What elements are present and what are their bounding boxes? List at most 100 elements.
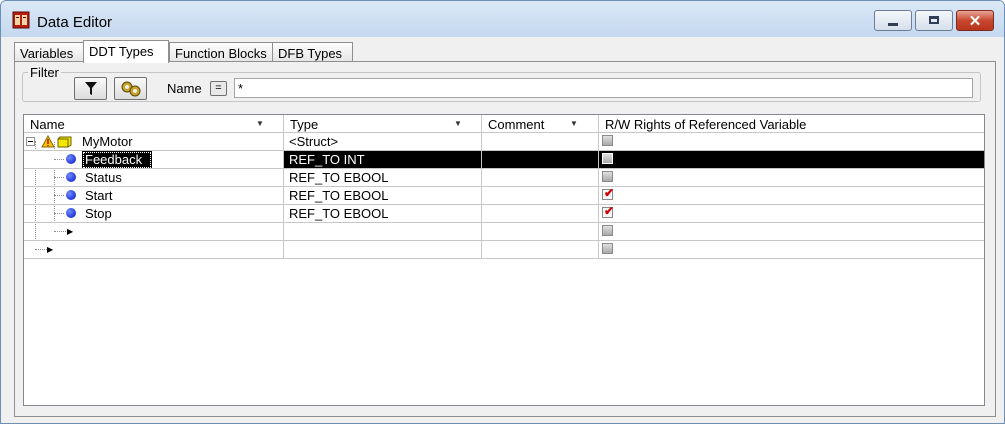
rw-checkbox[interactable]: [602, 243, 613, 254]
name-cell[interactable]: ▶: [24, 241, 284, 259]
name-cell[interactable]: Feedback: [24, 151, 284, 169]
tree-line: [54, 213, 64, 214]
comment-cell[interactable]: [482, 187, 599, 205]
comment-cell[interactable]: [482, 205, 599, 223]
rw-rights-cell[interactable]: [599, 169, 984, 187]
table-row[interactable]: Start REF_TO EBOOL ✔: [24, 187, 984, 205]
column-header-rw-label: R/W Rights of Referenced Variable: [605, 117, 807, 132]
comment-cell[interactable]: [482, 241, 599, 259]
table-row-new-type[interactable]: ▶: [24, 241, 984, 259]
comment-cell[interactable]: [482, 223, 599, 241]
element-name: Status: [85, 170, 122, 185]
column-header-rw-rights[interactable]: R/W Rights of Referenced Variable: [599, 115, 984, 133]
type-cell[interactable]: [284, 223, 482, 241]
name-filter-input[interactable]: [234, 78, 973, 98]
warning-icon: [41, 135, 55, 148]
new-row-arrow-icon: ▶: [67, 227, 74, 236]
table-row-new-element[interactable]: ▶: [24, 223, 984, 241]
type-cell[interactable]: [284, 241, 482, 259]
table-row[interactable]: MyMotor <Struct>: [24, 133, 984, 151]
name-filter-label: Name: [167, 81, 202, 96]
tree-line: [35, 249, 47, 250]
type-cell[interactable]: REF_TO EBOOL: [284, 187, 482, 205]
struct-icon: [57, 136, 72, 148]
column-header-type-label: Type: [290, 117, 319, 132]
funnel-icon: [85, 82, 97, 95]
rw-checkbox-checked[interactable]: ✔: [602, 205, 615, 218]
equals-button[interactable]: =: [210, 81, 227, 96]
blue-dot-icon: [66, 154, 76, 164]
comment-cell[interactable]: [482, 169, 599, 187]
filter-legend: Filter: [28, 65, 61, 80]
filter-button[interactable]: [74, 77, 107, 100]
minimize-button[interactable]: [874, 10, 912, 31]
tab-ddt-types[interactable]: DDT Types: [83, 40, 169, 63]
name-cell[interactable]: Start: [24, 187, 284, 205]
element-name: Start: [85, 188, 113, 203]
rw-rights-cell[interactable]: [599, 133, 984, 151]
new-row-arrow-icon: ▶: [47, 245, 54, 254]
type-cell[interactable]: REF_TO EBOOL: [284, 169, 482, 187]
data-editor-window: Data Editor ✕ Variables DDT Types Functi…: [0, 0, 1005, 424]
column-header-comment-label: Comment: [488, 117, 545, 132]
ddt-types-panel: Filter Name = Name ▼: [14, 61, 996, 417]
rw-checkbox[interactable]: [602, 225, 613, 236]
tree-line: [54, 195, 64, 196]
tab-dfb-types[interactable]: DFB Types: [272, 42, 353, 61]
column-header-comment[interactable]: Comment ▼: [482, 115, 599, 133]
rw-rights-cell[interactable]: [599, 241, 984, 259]
ddt-grid: Name ▼ Type ▼ Comment ▼ R/W Rights of Re…: [23, 114, 985, 406]
window-title: Data Editor: [37, 14, 113, 31]
check-icon: ✔: [604, 187, 615, 200]
rw-checkbox-checked[interactable]: ✔: [602, 187, 615, 200]
title-bar: Data Editor ✕: [1, 1, 1004, 37]
column-header-name-label: Name: [30, 117, 65, 132]
rw-rights-cell[interactable]: ✔: [599, 187, 984, 205]
column-header-type[interactable]: Type ▼: [284, 115, 482, 133]
table-row[interactable]: Feedback REF_TO INT: [24, 151, 984, 169]
tab-variables[interactable]: Variables: [14, 42, 84, 61]
rw-rights-cell[interactable]: [599, 151, 984, 169]
element-name: MyMotor: [82, 134, 133, 149]
type-cell[interactable]: REF_TO EBOOL: [284, 205, 482, 223]
rw-rights-cell[interactable]: ✔: [599, 205, 984, 223]
close-button[interactable]: ✕: [956, 10, 994, 31]
blue-dot-icon: [66, 208, 76, 218]
dropdown-arrow-icon[interactable]: ▼: [570, 119, 578, 128]
element-name: Feedback: [82, 151, 152, 168]
name-cell[interactable]: Status: [24, 169, 284, 187]
gears-icon: [121, 81, 141, 97]
blue-dot-icon: [66, 190, 76, 200]
type-cell[interactable]: REF_TO INT: [284, 151, 482, 169]
tab-function-blocks[interactable]: Function Blocks: [169, 42, 273, 61]
close-icon: ✕: [968, 13, 982, 30]
generate-button[interactable]: [114, 77, 147, 100]
name-cell[interactable]: ▶: [24, 223, 284, 241]
comment-cell[interactable]: [482, 133, 599, 151]
filter-group: Filter Name =: [22, 65, 981, 102]
minimize-icon: [888, 23, 898, 26]
dropdown-arrow-icon[interactable]: ▼: [256, 119, 264, 128]
rw-checkbox[interactable]: [602, 153, 613, 164]
rw-checkbox[interactable]: [602, 135, 613, 146]
data-editor-app-icon: [12, 11, 30, 29]
table-row[interactable]: Stop REF_TO EBOOL ✔: [24, 205, 984, 223]
rw-rights-cell[interactable]: [599, 223, 984, 241]
comment-cell[interactable]: [482, 151, 599, 169]
tree-line: [54, 231, 66, 232]
collapse-icon[interactable]: [26, 137, 35, 146]
type-cell[interactable]: <Struct>: [284, 133, 482, 151]
table-row[interactable]: Status REF_TO EBOOL: [24, 169, 984, 187]
tree-line: [54, 159, 64, 160]
column-header-name[interactable]: Name ▼: [24, 115, 284, 133]
dropdown-arrow-icon[interactable]: ▼: [454, 119, 462, 128]
maximize-button[interactable]: [915, 10, 953, 31]
rw-checkbox[interactable]: [602, 171, 613, 182]
check-icon: ✔: [604, 205, 615, 218]
name-cell[interactable]: Stop: [24, 205, 284, 223]
blue-dot-icon: [66, 172, 76, 182]
element-name: Stop: [85, 206, 112, 221]
name-cell[interactable]: MyMotor: [24, 133, 284, 151]
tree-line: [54, 177, 64, 178]
maximize-icon: [929, 16, 939, 24]
